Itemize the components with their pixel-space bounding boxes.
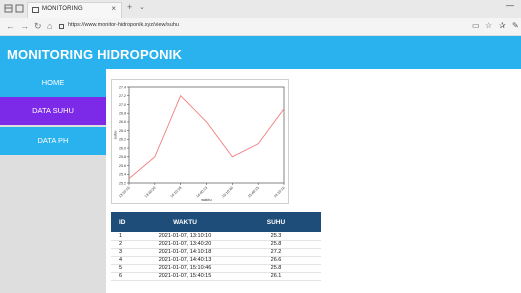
cell-waktu: 2021-01-07, 14:40:13: [139, 256, 231, 265]
y-tick-label: 26.6: [119, 120, 126, 124]
cell-waktu: 2021-01-07, 15:40:15: [139, 272, 231, 281]
back-icon[interactable]: ←: [6, 21, 15, 31]
tab-list-chevron-icon[interactable]: ⌄: [139, 4, 145, 11]
browser-address-bar: ← → ↻ ⌂ https://www.monitor-hidroponik.x…: [0, 18, 521, 36]
lock-icon: [59, 24, 64, 29]
cell-id: 2: [111, 240, 139, 249]
refresh-icon[interactable]: ↻: [34, 21, 42, 31]
cell-waktu: 2021-01-07, 14:10:18: [139, 248, 231, 257]
table-row: 2 2021-01-07, 13:40:20 25.8: [111, 240, 321, 249]
sidebar-item-home[interactable]: HOME: [0, 69, 106, 97]
temperature-chart: 25.2 25.4 25.6 25.8 26.0 26.2 26.4 26.6 26.8 27.0…: [111, 79, 289, 204]
cell-waktu: 2021-01-07, 15:10:46: [139, 264, 231, 273]
cell-id: 5: [111, 264, 139, 273]
y-tick-label: 26.2: [119, 138, 126, 142]
cell-suhu: 25.8: [231, 264, 321, 273]
series-line-suhu: [128, 94, 285, 179]
y-tick-label: 26.4: [119, 129, 126, 133]
new-tab-icon[interactable]: +: [127, 3, 132, 12]
x-tick-label: 15:10:46: [221, 186, 234, 199]
cell-id: 1: [111, 232, 139, 241]
y-tick-label: 27.2: [119, 94, 126, 98]
cell-waktu: 2021-01-07, 13:10:10: [139, 232, 231, 241]
cell-suhu: 25.8: [231, 240, 321, 249]
y-tick-label: 25.6: [119, 164, 126, 168]
favorite-star-icon[interactable]: ☆: [485, 21, 492, 31]
table-row: 3 2021-01-07, 14:10:18 27.2: [111, 248, 321, 257]
column-header-suhu: SUHU: [231, 212, 321, 232]
cell-suhu: 27.2: [231, 248, 321, 257]
favorites-hub-icon[interactable]: ✰: [499, 21, 506, 31]
url-field[interactable]: https://www.monitor-hidroponik.xyz/view/…: [59, 21, 459, 33]
cell-suhu: 25.3: [231, 232, 321, 241]
tab-title: MONITORING: [42, 6, 83, 12]
cell-id: 6: [111, 272, 139, 281]
app-header: MONITORING HIDROPONIK: [0, 36, 521, 69]
sidebar-item-data-ph[interactable]: DATA PH: [0, 127, 106, 155]
table-row: 6 2021-01-07, 15:40:15 26.1: [111, 272, 321, 281]
y-tick-label: 25.4: [119, 173, 126, 177]
sidebar: HOME DATA SUHU DATA PH: [0, 69, 106, 293]
tab-preview-icon[interactable]: [15, 4, 24, 13]
reading-view-icon[interactable]: ▭: [472, 21, 480, 31]
table-header-row: ID WAKTU SUHU: [111, 212, 321, 232]
column-header-waktu: WAKTU: [139, 212, 231, 232]
browser-tab-bar: MONITORING × + ⌄ —: [0, 0, 521, 18]
y-axis-label: suhu: [113, 131, 118, 140]
url-text: https://www.monitor-hidroponik.xyz/view/…: [68, 22, 179, 28]
x-tick-label: 13:10:10: [118, 186, 131, 199]
temperature-chart-svg: 25.2 25.4 25.6 25.8 26.0 26.2 26.4 26.6 26.8 27.0…: [113, 85, 286, 202]
plot-area-frame: [128, 86, 285, 184]
y-tick-label: 27.0: [119, 103, 126, 107]
table-row: 5 2021-01-07, 15:10:46 25.8: [111, 264, 321, 273]
x-tick-label: 15:40:15: [247, 186, 260, 199]
close-tab-icon[interactable]: ×: [111, 5, 116, 13]
tab-actions-icon[interactable]: [4, 4, 13, 13]
sidebar-item-data-suhu[interactable]: DATA SUHU: [0, 97, 106, 125]
x-tick-label: 13:40:20: [144, 186, 157, 199]
cell-id: 4: [111, 256, 139, 265]
y-tick-label: 25.8: [119, 155, 126, 159]
x-tick-label: 14:10:18: [170, 186, 183, 199]
table-row: 4 2021-01-07, 14:40:13 26.6: [111, 256, 321, 265]
cell-waktu: 2021-01-07, 13:40:20: [139, 240, 231, 249]
forward-icon[interactable]: →: [20, 21, 29, 31]
pen-icon[interactable]: ✎: [512, 21, 519, 31]
browser-tab[interactable]: MONITORING ×: [27, 2, 122, 18]
x-axis-label: waktu: [201, 197, 211, 202]
temperature-table: ID WAKTU SUHU 1 2021-01-07, 13:10:10 25.3 …: [111, 212, 321, 281]
cell-suhu: 26.1: [231, 272, 321, 281]
minimize-window-icon[interactable]: —: [506, 2, 514, 10]
y-tick-label: 26.0: [119, 146, 126, 150]
app-title: MONITORING HIDROPONIK: [7, 47, 183, 62]
page-favicon-icon: [32, 7, 39, 13]
y-tick-label: 27.4: [119, 85, 126, 89]
y-tick-label: 25.2: [119, 181, 126, 185]
cell-suhu: 26.6: [231, 256, 321, 265]
table-row: 1 2021-01-07, 13:10:10 25.3: [111, 232, 321, 241]
y-tick-label: 26.8: [119, 111, 126, 115]
x-tick-label: 16:10:16: [273, 186, 286, 199]
cell-id: 3: [111, 248, 139, 257]
home-icon[interactable]: ⌂: [47, 21, 52, 31]
column-header-id: ID: [111, 212, 139, 232]
